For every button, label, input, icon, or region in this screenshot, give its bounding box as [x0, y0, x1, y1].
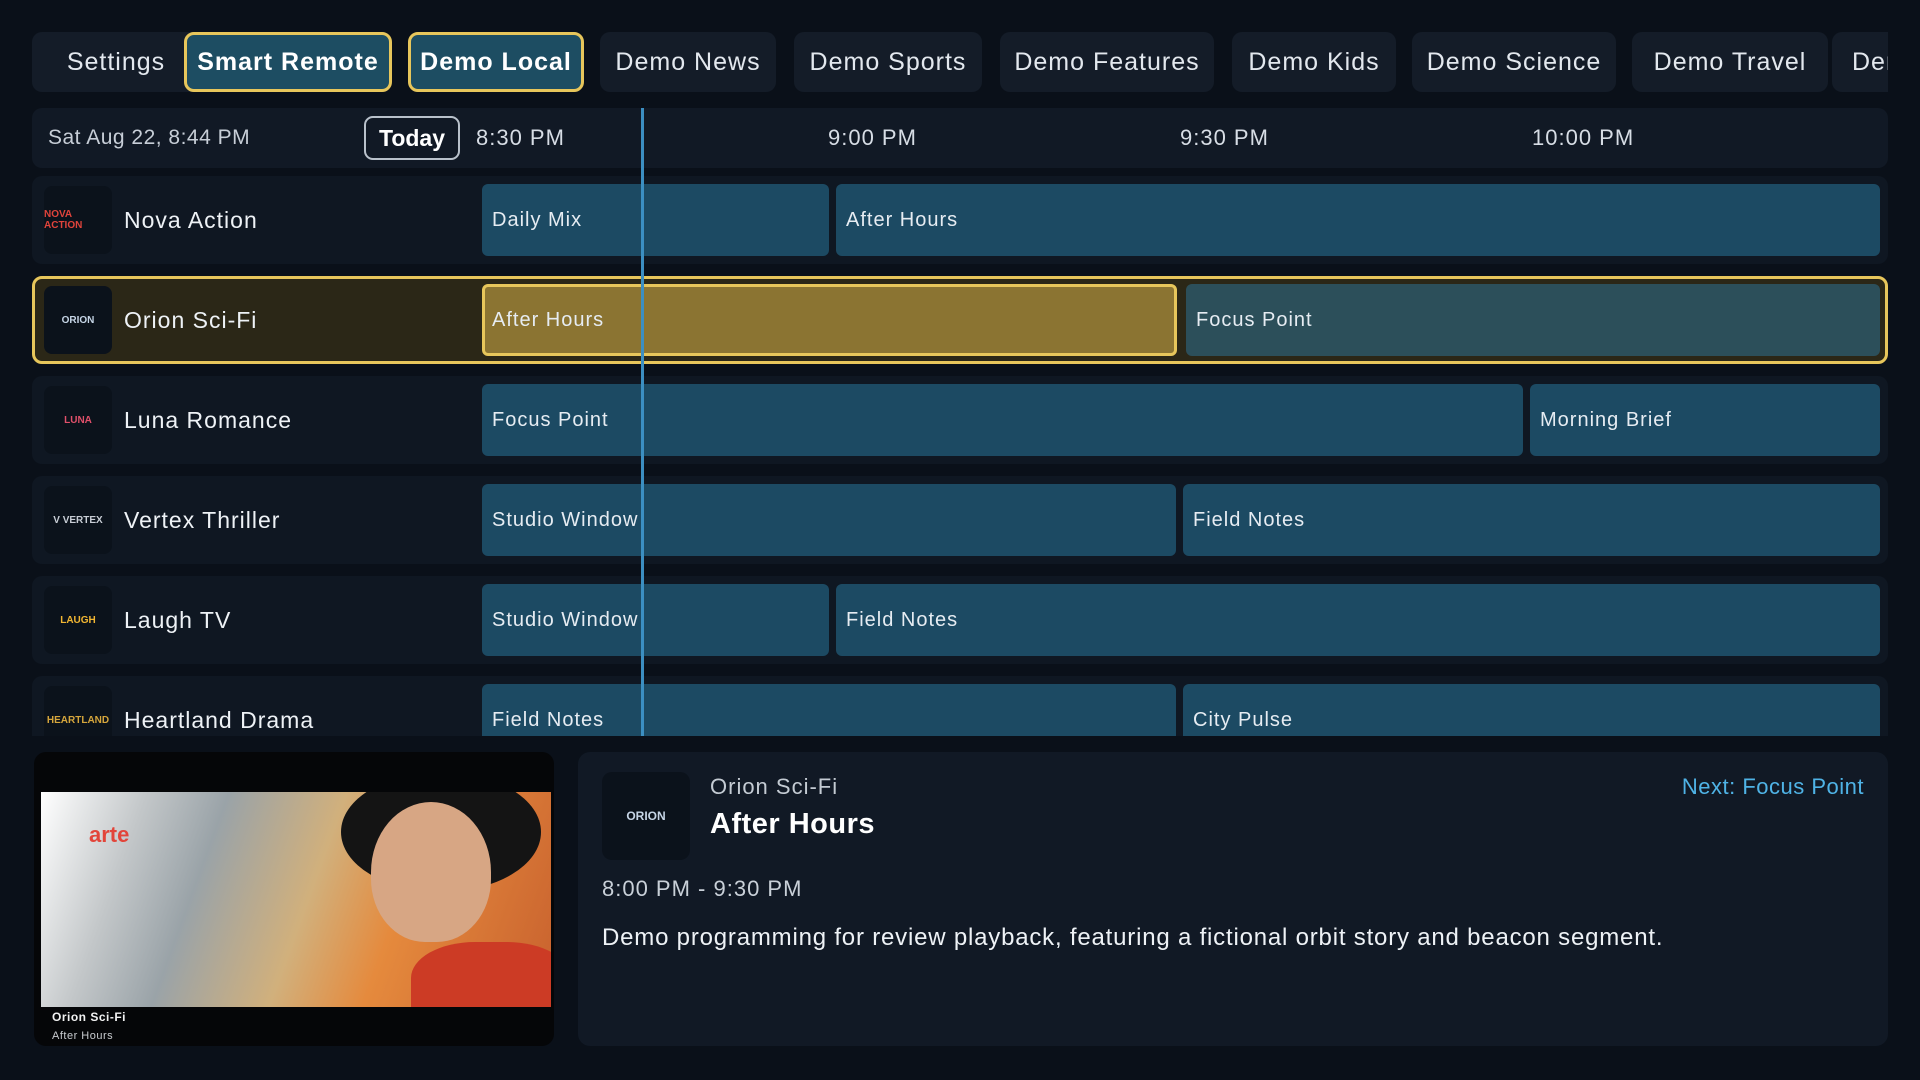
- current-date-time: Sat Aug 22, 8:44 PM: [48, 126, 251, 149]
- program-guide: Sat Aug 22, 8:44 PM Today 8:30 PM 9:00 P…: [32, 108, 1888, 736]
- channel-category-tabs: Settings Smart Remote Demo Local Demo Ne…: [32, 32, 1888, 92]
- channel-name: Laugh TV: [124, 607, 232, 633]
- program-details-panel: ORION Orion Sci-Fi After Hours Next: Foc…: [578, 752, 1888, 1046]
- broadcaster-watermark: arte: [89, 822, 130, 847]
- details-program-title: After Hours: [710, 808, 876, 840]
- channel-name: Heartland Drama: [124, 707, 315, 733]
- tab-demo-kids[interactable]: Demo Kids: [1232, 32, 1396, 92]
- preview-program-name: After Hours: [52, 1030, 114, 1042]
- channel-row-heartland-drama[interactable]: HEARTLAND Heartland Drama Field Notes Ci…: [32, 676, 1888, 736]
- time-slot-label: 9:30 PM: [1180, 125, 1269, 150]
- time-slot-label: 10:00 PM: [1532, 125, 1635, 150]
- tab-settings[interactable]: Settings: [32, 32, 200, 92]
- program-cell[interactable]: Studio Window: [482, 484, 1176, 556]
- tab-demo-science[interactable]: Demo Science: [1412, 32, 1616, 92]
- channel-row-luna-romance[interactable]: LUNA Luna Romance Focus Point Morning Br…: [32, 376, 1888, 464]
- program-cell[interactable]: Field Notes: [1183, 484, 1880, 556]
- tab-demo-features[interactable]: Demo Features: [1000, 32, 1214, 92]
- channel-name: Luna Romance: [124, 407, 292, 433]
- program-cell[interactable]: City Pulse: [1183, 684, 1880, 736]
- tab-demo-sports[interactable]: Demo Sports: [794, 32, 982, 92]
- orion-scifi-logo-icon: ORION: [44, 286, 112, 354]
- program-cell[interactable]: After Hours: [836, 184, 1880, 256]
- nova-action-logo-icon: NOVA ACTION: [44, 186, 112, 254]
- tab-smart-remote[interactable]: Smart Remote: [184, 32, 392, 92]
- program-cell[interactable]: Focus Point: [482, 384, 1523, 456]
- channel-row-nova-action[interactable]: NOVA ACTION Nova Action Daily Mix After …: [32, 176, 1888, 264]
- tab-demo-local[interactable]: Demo Local: [408, 32, 584, 92]
- time-slot-label: 9:00 PM: [828, 125, 917, 150]
- video-frame: arte: [41, 792, 551, 1007]
- laugh-tv-logo-icon: LAUGH: [44, 586, 112, 654]
- details-channel-name: Orion Sci-Fi: [710, 774, 839, 799]
- program-cell[interactable]: Morning Brief: [1530, 384, 1880, 456]
- program-cell[interactable]: Field Notes: [836, 584, 1880, 656]
- current-time-indicator: [641, 108, 644, 736]
- live-preview-player[interactable]: arte Orion Sci-Fi After Hours: [34, 752, 554, 1046]
- details-time-range: 8:00 PM - 9:30 PM: [602, 876, 803, 901]
- time-slot-label: 8:30 PM: [476, 125, 565, 150]
- video-shirt-shape: [411, 942, 551, 1007]
- program-cell[interactable]: Studio Window: [482, 584, 829, 656]
- orion-scifi-logo-icon: ORION: [602, 772, 690, 860]
- channel-row-orion-scifi[interactable]: ORION Orion Sci-Fi After Hours Focus Poi…: [32, 276, 1888, 364]
- details-description: Demo programming for review playback, fe…: [602, 924, 1664, 951]
- channel-name: Nova Action: [124, 207, 258, 233]
- time-header: Sat Aug 22, 8:44 PM Today 8:30 PM 9:00 P…: [32, 108, 1888, 168]
- video-face-shape: [371, 802, 491, 942]
- preview-channel-name: Orion Sci-Fi: [52, 1010, 127, 1024]
- next-program-link[interactable]: Next: Focus Point: [1682, 774, 1864, 800]
- program-cell[interactable]: Daily Mix: [482, 184, 829, 256]
- tab-demo-partial[interactable]: Der: [1832, 32, 1888, 92]
- program-cell-focused[interactable]: After Hours: [482, 284, 1177, 356]
- program-cell[interactable]: Focus Point: [1186, 284, 1880, 356]
- luna-romance-logo-icon: LUNA: [44, 386, 112, 454]
- today-button[interactable]: Today: [364, 116, 460, 160]
- heartland-drama-logo-icon: HEARTLAND: [44, 686, 112, 736]
- tab-demo-travel[interactable]: Demo Travel: [1632, 32, 1828, 92]
- channel-name: Orion Sci-Fi: [124, 307, 258, 333]
- tab-demo-news[interactable]: Demo News: [600, 32, 776, 92]
- channel-row-vertex-thriller[interactable]: V VERTEX Vertex Thriller Studio Window F…: [32, 476, 1888, 564]
- vertex-thriller-logo-icon: V VERTEX: [44, 486, 112, 554]
- channel-row-laugh-tv[interactable]: LAUGH Laugh TV Studio Window Field Notes: [32, 576, 1888, 664]
- program-cell[interactable]: Field Notes: [482, 684, 1176, 736]
- channel-name: Vertex Thriller: [124, 507, 281, 533]
